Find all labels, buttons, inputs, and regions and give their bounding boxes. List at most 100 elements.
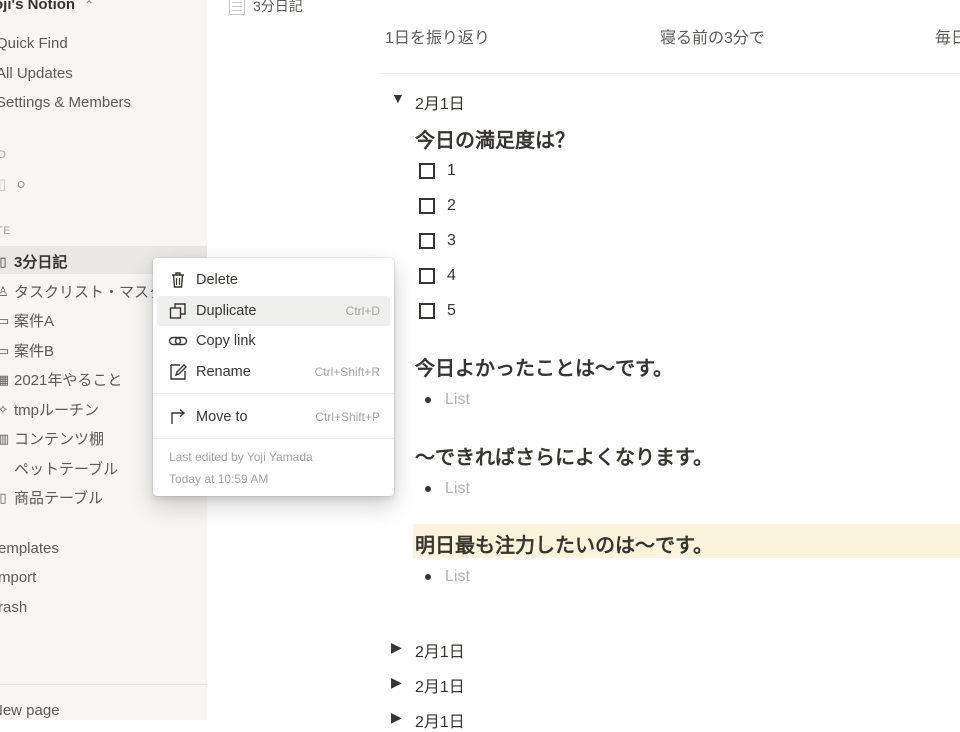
toggle-title[interactable]: 2月1日 bbox=[415, 90, 465, 114]
sidebar-import[interactable]: mport bbox=[0, 569, 36, 586]
sidebar-settings[interactable]: Settings & Members bbox=[0, 94, 131, 111]
sidebar-page-item[interactable]: ▯ 3分日記 bbox=[0, 251, 67, 272]
menu-label: Delete bbox=[196, 272, 238, 288]
todo-label: 3 bbox=[447, 232, 456, 249]
list-item[interactable]: List bbox=[425, 568, 470, 586]
folder-icon: ▭ bbox=[0, 342, 10, 358]
list-item[interactable]: List bbox=[425, 480, 470, 498]
duplicate-icon bbox=[169, 303, 186, 319]
sidebar-page-label: タスクリスト・マスク bbox=[14, 284, 165, 301]
page-icon bbox=[229, 0, 245, 15]
toggle-open-icon[interactable]: ▼ bbox=[391, 90, 405, 106]
workspace-name: oji's Notion bbox=[0, 0, 76, 13]
list-placeholder: List bbox=[445, 568, 470, 585]
breadcrumb[interactable]: 3分日記 bbox=[229, 0, 303, 16]
page-icon: ▯ bbox=[0, 253, 7, 269]
books-icon: ▥ bbox=[0, 430, 10, 446]
sidebar-page-label: 案件A bbox=[14, 313, 55, 330]
menu-shortcut: Ctrl+Shift+P bbox=[315, 410, 380, 424]
todo-item[interactable]: 3 bbox=[419, 232, 456, 250]
menu-item-move-to[interactable]: Move to Ctrl+Shift+P bbox=[157, 402, 390, 432]
workspace-switcher[interactable]: oji's Notion ⌃ bbox=[0, 0, 94, 13]
todo-item[interactable]: 5 bbox=[419, 302, 456, 320]
person-icon: ♙ bbox=[0, 283, 9, 299]
sidebar-page-item[interactable]: ▥ コンテンツ棚 bbox=[0, 428, 104, 449]
bag-icon: ▯ bbox=[0, 489, 7, 505]
sidebar-page-item[interactable]: ▭ 案件A bbox=[0, 310, 54, 331]
favorites-heading: D bbox=[0, 149, 7, 161]
last-edited-time: Today at 10:59 AM bbox=[169, 472, 269, 486]
sidebar-page-item[interactable]: ペットテーブル bbox=[0, 458, 118, 479]
toggle-closed-icon[interactable]: ▶ bbox=[391, 709, 402, 726]
checkbox[interactable] bbox=[419, 163, 435, 179]
checkbox[interactable] bbox=[419, 268, 435, 284]
menu-label: Rename bbox=[196, 364, 251, 380]
list-item[interactable]: List bbox=[425, 391, 470, 409]
todo-item[interactable]: 4 bbox=[419, 267, 456, 285]
favorite-item[interactable]: ▯ ○ bbox=[0, 175, 26, 193]
sidebar-page-item[interactable]: ▯ 商品テーブル bbox=[0, 487, 103, 508]
heading-tomorrow-focus[interactable]: 明日最も注力したいのは〜です。 bbox=[415, 529, 713, 558]
menu-item-copy-link[interactable]: Copy link bbox=[157, 326, 390, 356]
last-edited-info: Last edited by Yoji Yamada bbox=[169, 450, 313, 464]
bulb-icon: ✧ bbox=[0, 401, 9, 417]
heading-improvements[interactable]: 〜できればさらによくなります。 bbox=[415, 441, 713, 470]
menu-label: Duplicate bbox=[196, 303, 257, 319]
heading-good-things[interactable]: 今日よかったことは〜です。 bbox=[415, 352, 673, 381]
toggle-title[interactable]: 2月1日 bbox=[415, 638, 465, 662]
bullet-dot bbox=[425, 574, 431, 580]
sidebar-page-item[interactable]: ▦ 2021年やること bbox=[0, 369, 122, 390]
sidebar-page-label: コンテンツ棚 bbox=[14, 431, 105, 448]
context-menu: Delete Duplicate Ctrl+D Copy link Rename… bbox=[153, 258, 394, 496]
checkbox[interactable] bbox=[419, 303, 435, 319]
sidebar-divider bbox=[0, 684, 207, 685]
sidebar-page-item[interactable]: ♙ タスクリスト・マスク bbox=[0, 281, 164, 302]
heading-satisfaction[interactable]: 今日の満足度は？ bbox=[415, 124, 575, 153]
folder-icon: ▭ bbox=[0, 312, 10, 328]
sidebar-templates[interactable]: emplates bbox=[0, 540, 59, 557]
menu-item-rename[interactable]: Rename Ctrl+Shift+R bbox=[157, 357, 390, 387]
sidebar-page-item[interactable]: ▭ 案件B bbox=[0, 340, 54, 361]
toggle-title[interactable]: 2月1日 bbox=[415, 673, 465, 697]
link-icon bbox=[168, 336, 188, 346]
bullet-dot bbox=[425, 397, 431, 403]
column-header-1: 1日を振り返り bbox=[385, 30, 490, 47]
sidebar-page-label: ペットテーブル bbox=[14, 461, 119, 478]
todo-item[interactable]: 1 bbox=[419, 162, 456, 180]
calendar-icon: ▦ bbox=[0, 371, 10, 387]
new-page-button[interactable]: New page bbox=[0, 702, 60, 719]
todo-label: 5 bbox=[447, 302, 456, 319]
page-icon: ▯ bbox=[0, 176, 7, 193]
divider bbox=[381, 73, 960, 74]
toggle-closed-icon[interactable]: ▶ bbox=[391, 639, 402, 656]
toggle-closed-icon[interactable]: ▶ bbox=[391, 674, 402, 691]
chevron-updown-icon: ⌃ bbox=[84, 0, 95, 12]
checkbox[interactable] bbox=[419, 198, 435, 214]
menu-shortcut: Ctrl+Shift+R bbox=[314, 365, 380, 379]
new-page-label: New page bbox=[0, 702, 60, 719]
list-placeholder: List bbox=[445, 480, 470, 497]
menu-label: Copy link bbox=[196, 333, 256, 349]
checkbox[interactable] bbox=[419, 233, 435, 249]
sidebar-page-label: 商品テーブル bbox=[14, 490, 104, 507]
menu-separator bbox=[153, 393, 394, 394]
sidebar-page-label: tmpルーチン bbox=[14, 402, 100, 419]
bullet-dot bbox=[425, 486, 431, 492]
trash-icon bbox=[172, 272, 184, 288]
menu-shortcut: Ctrl+D bbox=[345, 304, 380, 318]
toggle-title[interactable]: 2月1日 bbox=[415, 708, 465, 732]
private-heading: TE bbox=[0, 225, 12, 237]
sidebar-page-item[interactable]: ✧ tmpルーチン bbox=[0, 399, 99, 420]
menu-item-duplicate[interactable]: Duplicate Ctrl+D bbox=[157, 296, 390, 326]
favorite-label: ○ bbox=[16, 176, 26, 193]
move-arrow-icon bbox=[171, 408, 186, 424]
breadcrumb-title: 3分日記 bbox=[253, 0, 303, 14]
sidebar-all-updates[interactable]: All Updates bbox=[0, 65, 73, 82]
sidebar-page-label: 3分日記 bbox=[14, 254, 68, 271]
sidebar-quick-find[interactable]: Quick Find bbox=[0, 35, 68, 52]
sidebar-trash[interactable]: rash bbox=[0, 599, 27, 616]
menu-item-delete[interactable]: Delete bbox=[157, 265, 390, 295]
list-placeholder: List bbox=[445, 391, 470, 408]
sidebar-page-label: 案件B bbox=[14, 343, 55, 360]
todo-item[interactable]: 2 bbox=[419, 197, 456, 215]
